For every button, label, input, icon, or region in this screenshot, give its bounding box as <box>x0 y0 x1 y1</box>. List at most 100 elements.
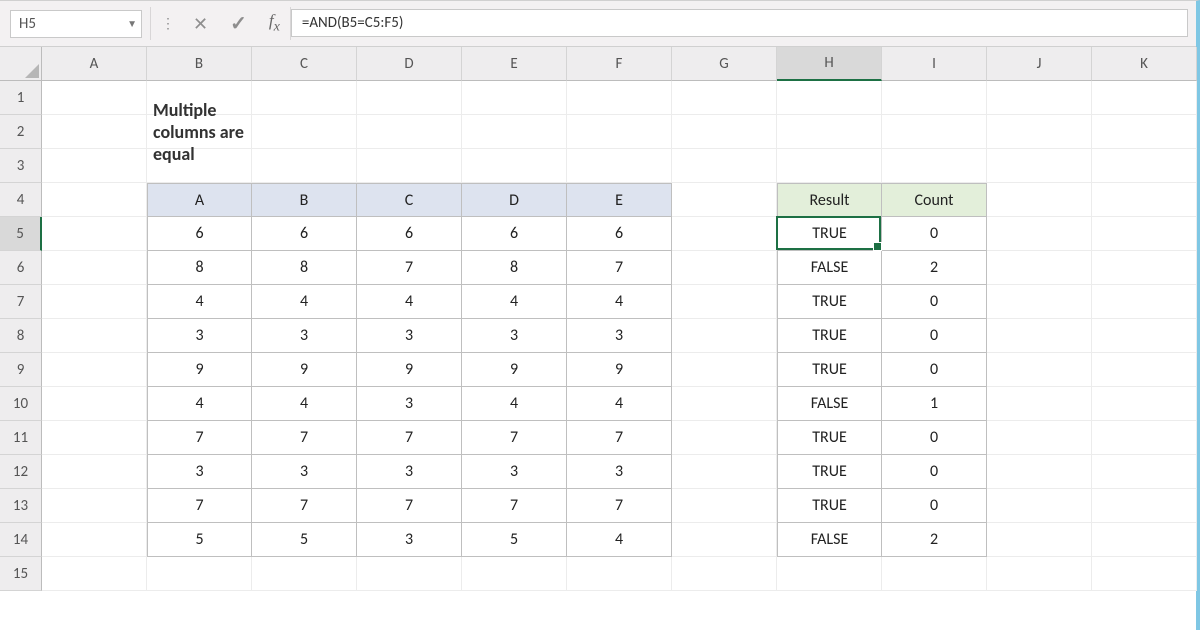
cell[interactable] <box>672 353 777 387</box>
cell[interactable] <box>42 523 147 557</box>
cell[interactable] <box>777 557 882 591</box>
cell[interactable] <box>672 217 777 251</box>
cell[interactable]: 9 <box>462 353 567 387</box>
select-all-corner[interactable] <box>0 47 42 81</box>
cell[interactable]: 4 <box>252 387 357 421</box>
cell[interactable]: FALSE <box>777 523 882 557</box>
cell[interactable] <box>1092 353 1197 387</box>
cell[interactable] <box>42 217 147 251</box>
cell[interactable]: 4 <box>357 285 462 319</box>
cell[interactable]: 5 <box>462 523 567 557</box>
cell[interactable] <box>567 81 672 115</box>
cell[interactable]: C <box>357 183 462 217</box>
cell[interactable]: 4 <box>567 523 672 557</box>
cell[interactable]: 7 <box>462 421 567 455</box>
cell[interactable] <box>462 557 567 591</box>
column-header[interactable]: C <box>252 47 357 81</box>
cell[interactable] <box>42 81 147 115</box>
cell[interactable]: 7 <box>252 421 357 455</box>
cancel-icon[interactable]: ✕ <box>193 13 208 35</box>
cell[interactable]: 7 <box>567 489 672 523</box>
cell[interactable] <box>252 149 357 183</box>
cell[interactable] <box>987 115 1092 149</box>
cell[interactable]: 9 <box>357 353 462 387</box>
column-header[interactable]: K <box>1092 47 1197 81</box>
cell[interactable] <box>42 353 147 387</box>
cell[interactable] <box>672 81 777 115</box>
cell[interactable] <box>777 81 882 115</box>
cell[interactable]: Result <box>777 183 882 217</box>
cell[interactable]: E <box>567 183 672 217</box>
cell[interactable]: 3 <box>357 387 462 421</box>
cell[interactable]: 3 <box>252 455 357 489</box>
cell[interactable]: 4 <box>147 285 252 319</box>
cell[interactable] <box>672 455 777 489</box>
cell[interactable] <box>1092 523 1197 557</box>
cell[interactable]: TRUE <box>777 319 882 353</box>
cell[interactable]: 7 <box>357 489 462 523</box>
cell[interactable]: 6 <box>357 217 462 251</box>
row-header[interactable]: 6 <box>0 251 42 285</box>
cell[interactable]: 4 <box>567 285 672 319</box>
row-header[interactable]: 13 <box>0 489 42 523</box>
cell[interactable] <box>987 421 1092 455</box>
formula-input[interactable]: =AND(B5=C5:F5) <box>291 9 1188 37</box>
cell[interactable] <box>987 387 1092 421</box>
cell[interactable] <box>987 183 1092 217</box>
cell[interactable]: 1 <box>882 387 987 421</box>
cell[interactable] <box>357 81 462 115</box>
cell[interactable]: 2 <box>882 523 987 557</box>
cell[interactable] <box>672 285 777 319</box>
cell[interactable]: FALSE <box>777 251 882 285</box>
fx-icon[interactable]: fx <box>269 11 280 35</box>
cell[interactable] <box>882 115 987 149</box>
cell[interactable]: 3 <box>147 455 252 489</box>
row-header[interactable]: 3 <box>0 149 42 183</box>
cell[interactable] <box>462 81 567 115</box>
cell[interactable]: 6 <box>462 217 567 251</box>
cell[interactable]: 3 <box>357 455 462 489</box>
cell[interactable] <box>882 81 987 115</box>
cell[interactable] <box>42 149 147 183</box>
cell[interactable] <box>1092 455 1197 489</box>
cell[interactable]: 6 <box>567 217 672 251</box>
cell[interactable]: 7 <box>252 489 357 523</box>
cell[interactable] <box>987 353 1092 387</box>
column-header[interactable]: A <box>42 47 147 81</box>
cell[interactable]: 5 <box>147 523 252 557</box>
row-header[interactable]: 4 <box>0 183 42 217</box>
column-header[interactable]: H <box>777 47 882 81</box>
cell[interactable]: 0 <box>882 217 987 251</box>
cell[interactable]: TRUE <box>777 285 882 319</box>
cell[interactable] <box>882 557 987 591</box>
cell[interactable]: 3 <box>357 319 462 353</box>
cell[interactable]: 0 <box>882 489 987 523</box>
cell[interactable] <box>1092 387 1197 421</box>
cell[interactable]: TRUE <box>777 217 882 251</box>
cell[interactable]: 7 <box>147 489 252 523</box>
cell[interactable]: 4 <box>147 387 252 421</box>
cell[interactable] <box>672 319 777 353</box>
row-header[interactable]: 8 <box>0 319 42 353</box>
cell[interactable]: 3 <box>462 455 567 489</box>
cell[interactable] <box>672 183 777 217</box>
row-header[interactable]: 11 <box>0 421 42 455</box>
cell[interactable]: 8 <box>147 251 252 285</box>
cell[interactable] <box>672 421 777 455</box>
cell[interactable] <box>252 81 357 115</box>
cell[interactable]: FALSE <box>777 387 882 421</box>
cell[interactable] <box>987 251 1092 285</box>
cell[interactable] <box>987 81 1092 115</box>
cell[interactable]: 0 <box>882 353 987 387</box>
cell[interactable] <box>777 149 882 183</box>
cell[interactable]: 9 <box>147 353 252 387</box>
accept-icon[interactable]: ✓ <box>230 11 247 36</box>
cell[interactable] <box>672 557 777 591</box>
cell[interactable]: B <box>252 183 357 217</box>
cell[interactable] <box>1092 115 1197 149</box>
cell[interactable] <box>672 149 777 183</box>
cell[interactable]: 7 <box>462 489 567 523</box>
cell[interactable] <box>987 285 1092 319</box>
cell[interactable]: 4 <box>462 285 567 319</box>
cell[interactable]: Count <box>882 183 987 217</box>
